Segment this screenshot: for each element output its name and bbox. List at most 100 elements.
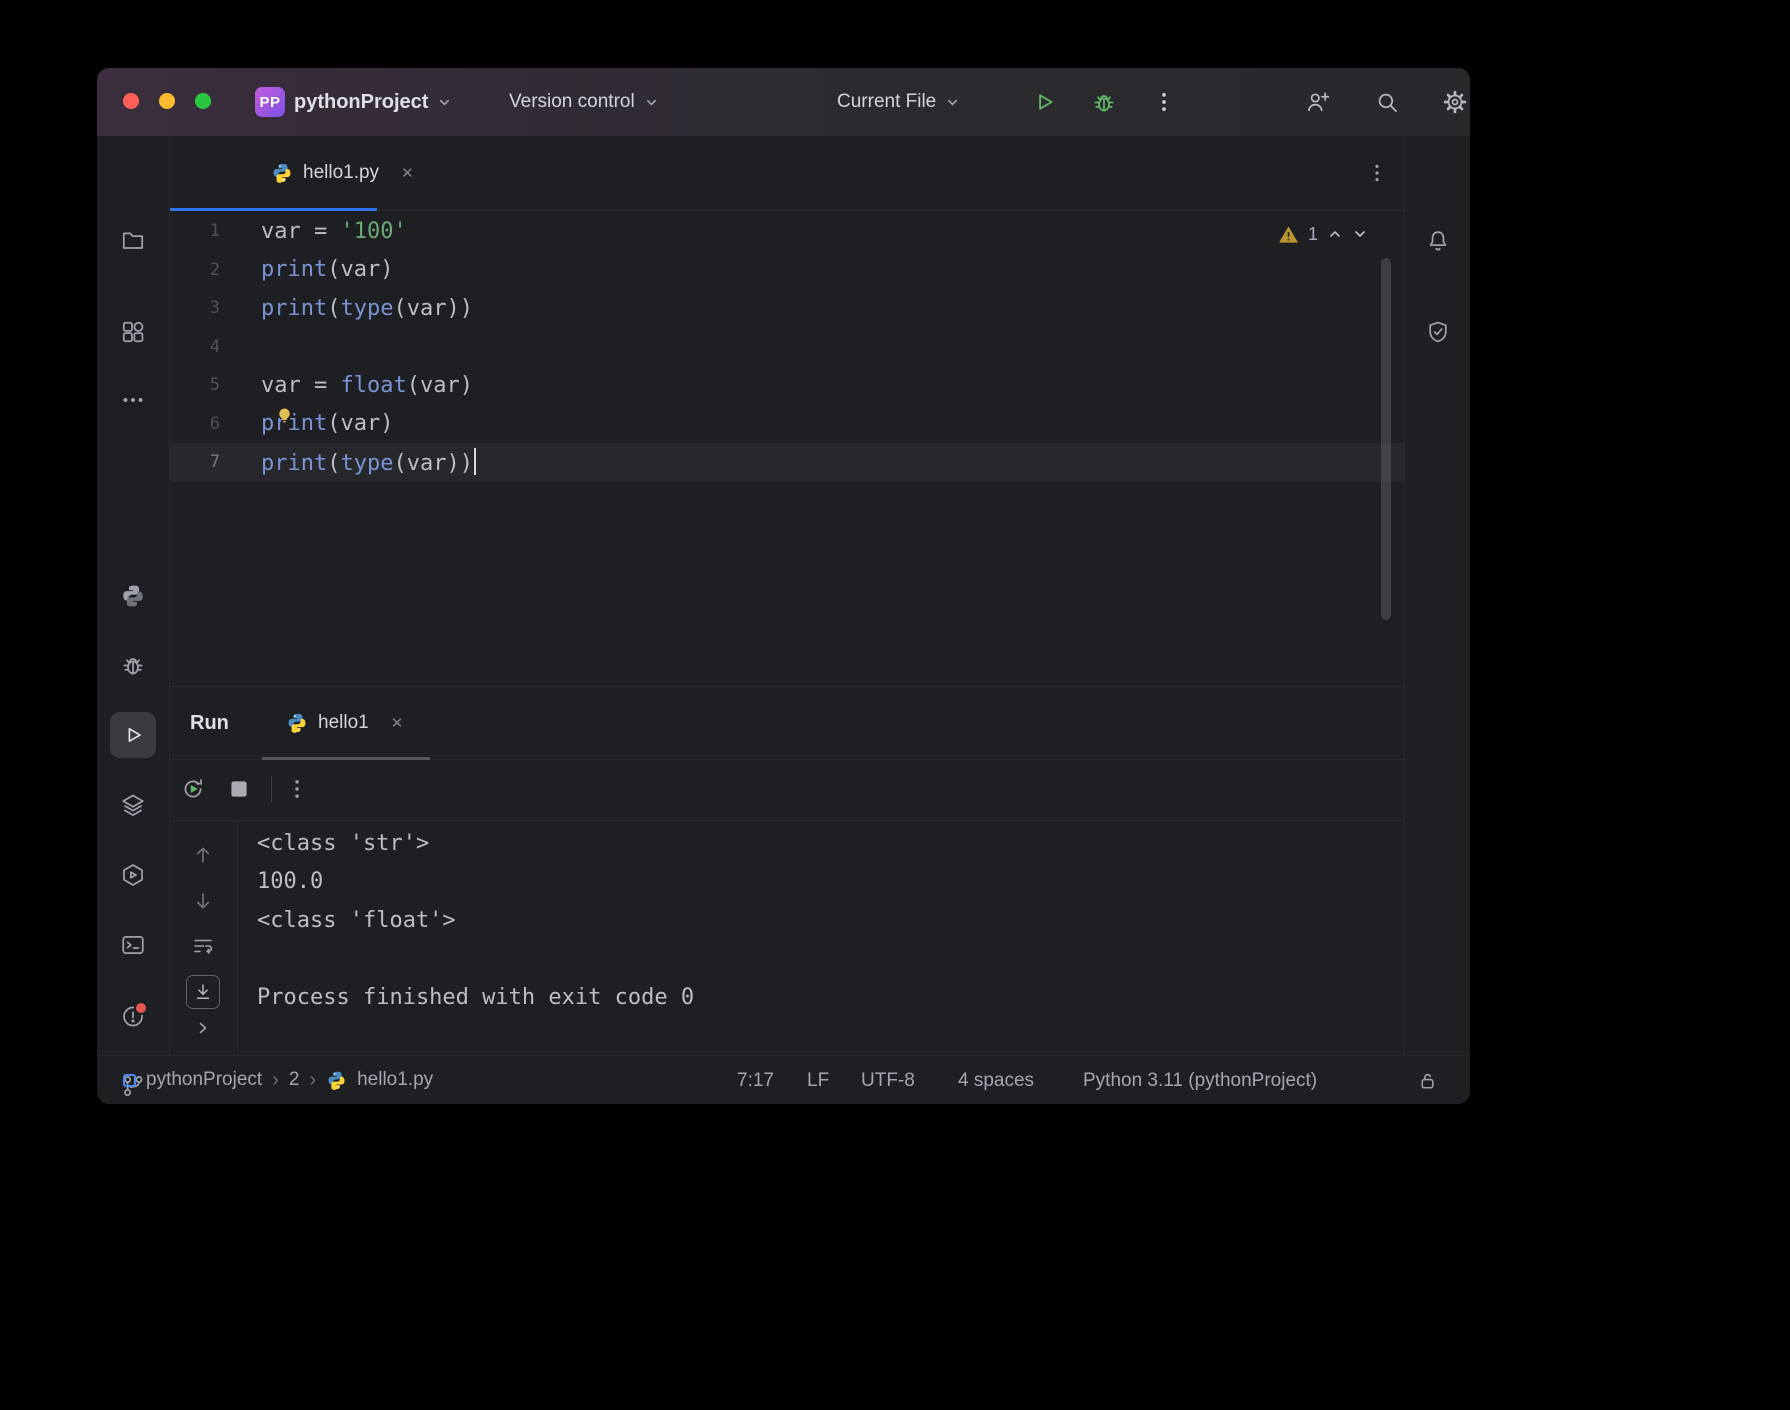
console-line: 100.0 [257, 869, 324, 895]
breadcrumb-separator: › [309, 1068, 317, 1091]
code-line-5[interactable]: 5 var = float(var) [170, 366, 1404, 405]
run-tab-hello1[interactable]: hello1 ✕ [262, 687, 427, 759]
editor-tab-hello1py[interactable]: hello1.py ✕ [271, 136, 414, 210]
python-packages-icon[interactable] [120, 583, 146, 609]
add-user-button[interactable] [1305, 89, 1331, 115]
soft-wrap-button[interactable] [190, 933, 216, 959]
problems-icon[interactable] [120, 1001, 148, 1029]
console-gutter [170, 820, 238, 1055]
console-line: Process finished with exit code 0 [257, 984, 695, 1010]
line-number: 1 [209, 221, 220, 242]
project-name: pythonProject [294, 90, 429, 113]
gear-icon[interactable] [1442, 89, 1468, 115]
code-line-1[interactable]: 1 var = '100' [170, 212, 1404, 251]
more-tool-windows-icon[interactable] [120, 387, 146, 413]
python-file-icon [286, 712, 308, 734]
code-line-3[interactable]: 3 print(type(var)) [170, 289, 1404, 328]
project-widget[interactable]: PP pythonProject [255, 68, 452, 136]
left-tool-window-bar [97, 136, 170, 1096]
stop-button[interactable] [226, 776, 252, 802]
line-number: 6 [209, 413, 220, 434]
terminal-icon[interactable] [120, 932, 146, 958]
run-button[interactable] [1031, 89, 1057, 115]
pycharm-window: PP pythonProject Version control Current… [97, 68, 1470, 1104]
code-text: print(var) [261, 257, 394, 283]
project-badge: PP [255, 87, 285, 117]
structure-icon[interactable] [120, 319, 146, 345]
breadcrumb-separator: › [272, 1068, 279, 1091]
editor-tab-label: hello1.py [303, 162, 380, 183]
vcs-widget[interactable]: Version control [509, 68, 659, 136]
search-icon[interactable] [1374, 89, 1400, 115]
run-panel-title: Run [190, 711, 229, 734]
code-editor[interactable]: 1 var = '100' 2 print(var) 3 print(type(var))… [170, 210, 1404, 688]
line-separator-widget[interactable]: LF [807, 1070, 829, 1092]
close-icon[interactable]: ✕ [401, 164, 414, 182]
interpreter-widget[interactable]: Python 3.11 (pythonProject) [1083, 1070, 1317, 1092]
run-tab-label: hello1 [318, 712, 369, 733]
line-number: 2 [209, 259, 220, 280]
code-text: print(type(var)) [261, 295, 473, 321]
editor-scrollbar[interactable] [1381, 258, 1391, 620]
encoding-widget[interactable]: UTF-8 [861, 1070, 915, 1092]
console-lines: <class 'str'> 100.0 <class 'float'> Proces… [257, 824, 1377, 1017]
debug-tool-icon[interactable] [120, 652, 146, 678]
folder-icon[interactable] [120, 228, 146, 254]
code-line-4[interactable]: 4 [170, 328, 1404, 367]
console-line: <class 'str'> [257, 830, 430, 856]
services-icon[interactable] [120, 862, 146, 888]
arrow-up-button[interactable] [190, 842, 216, 868]
breadcrumb-project[interactable]: pythonProject [146, 1069, 262, 1091]
tab-options-kebab-icon[interactable] [1364, 160, 1390, 186]
scroll-to-end-button[interactable] [186, 975, 220, 1009]
lock-icon[interactable] [1416, 1069, 1439, 1092]
vcs-label: Version control [509, 91, 635, 112]
code-line-7[interactable]: 7 print(type(var)) [170, 443, 1404, 482]
chevron-down-icon [437, 95, 452, 110]
more-actions-button[interactable] [1151, 89, 1177, 115]
run-tool-button[interactable] [110, 712, 156, 758]
console-line: <class 'float'> [257, 907, 456, 933]
chevron-up-icon[interactable] [1327, 226, 1343, 242]
close-window-button[interactable] [123, 93, 139, 109]
run-options-kebab-icon[interactable] [284, 776, 310, 802]
run-configuration-widget[interactable]: Current File [837, 68, 960, 136]
rerun-button[interactable] [180, 776, 206, 802]
editor-tab-bar: hello1.py ✕ [170, 136, 1404, 211]
code-line-6[interactable]: 6 print(var) [170, 405, 1404, 444]
shield-icon[interactable] [1425, 319, 1451, 345]
close-icon[interactable]: ✕ [391, 714, 404, 732]
breadcrumb-folder[interactable]: 2 [289, 1069, 300, 1091]
indent-widget[interactable]: 4 spaces [958, 1070, 1034, 1092]
title-bar: PP pythonProject Version control Current… [97, 68, 1470, 136]
code-line-2[interactable]: 2 print(var) [170, 251, 1404, 290]
line-number: 4 [209, 336, 220, 357]
minimize-window-button[interactable] [159, 93, 175, 109]
run-panel-header: Run hello1 ✕ [170, 686, 1404, 760]
code-text: var = '100' [261, 218, 407, 244]
layers-icon[interactable] [120, 792, 146, 818]
code-lines: 1 var = '100' 2 print(var) 3 print(type(var))… [170, 212, 1404, 482]
warning-icon [1278, 225, 1299, 244]
inspection-widget[interactable]: 1 [1278, 218, 1368, 250]
debug-button[interactable] [1091, 89, 1117, 115]
line-number: 7 [209, 452, 220, 473]
status-bar: pythonProject › 2 › hello1.py 7:17 LF UT… [97, 1055, 1470, 1104]
zoom-window-button[interactable] [195, 93, 211, 109]
run-console-output[interactable]: <class 'str'> 100.0 <class 'float'> Proces… [257, 824, 1377, 1017]
intention-bulb-icon[interactable] [274, 405, 295, 426]
chevron-down-icon[interactable] [1352, 226, 1368, 242]
notifications-bell-icon[interactable] [1425, 228, 1451, 254]
caret-position-widget[interactable]: 7:17 [737, 1070, 774, 1092]
text-caret [473, 448, 476, 476]
module-icon [123, 1073, 136, 1087]
notification-dot [134, 1001, 148, 1015]
chevron-right-icon[interactable] [190, 1015, 216, 1041]
breadcrumb-file[interactable]: hello1.py [357, 1069, 433, 1091]
line-number: 5 [209, 375, 220, 396]
code-text: print(type(var)) [261, 448, 476, 476]
right-tool-window-bar [1404, 136, 1470, 1055]
arrow-down-button[interactable] [190, 888, 216, 914]
toolbar-divider [271, 776, 272, 802]
